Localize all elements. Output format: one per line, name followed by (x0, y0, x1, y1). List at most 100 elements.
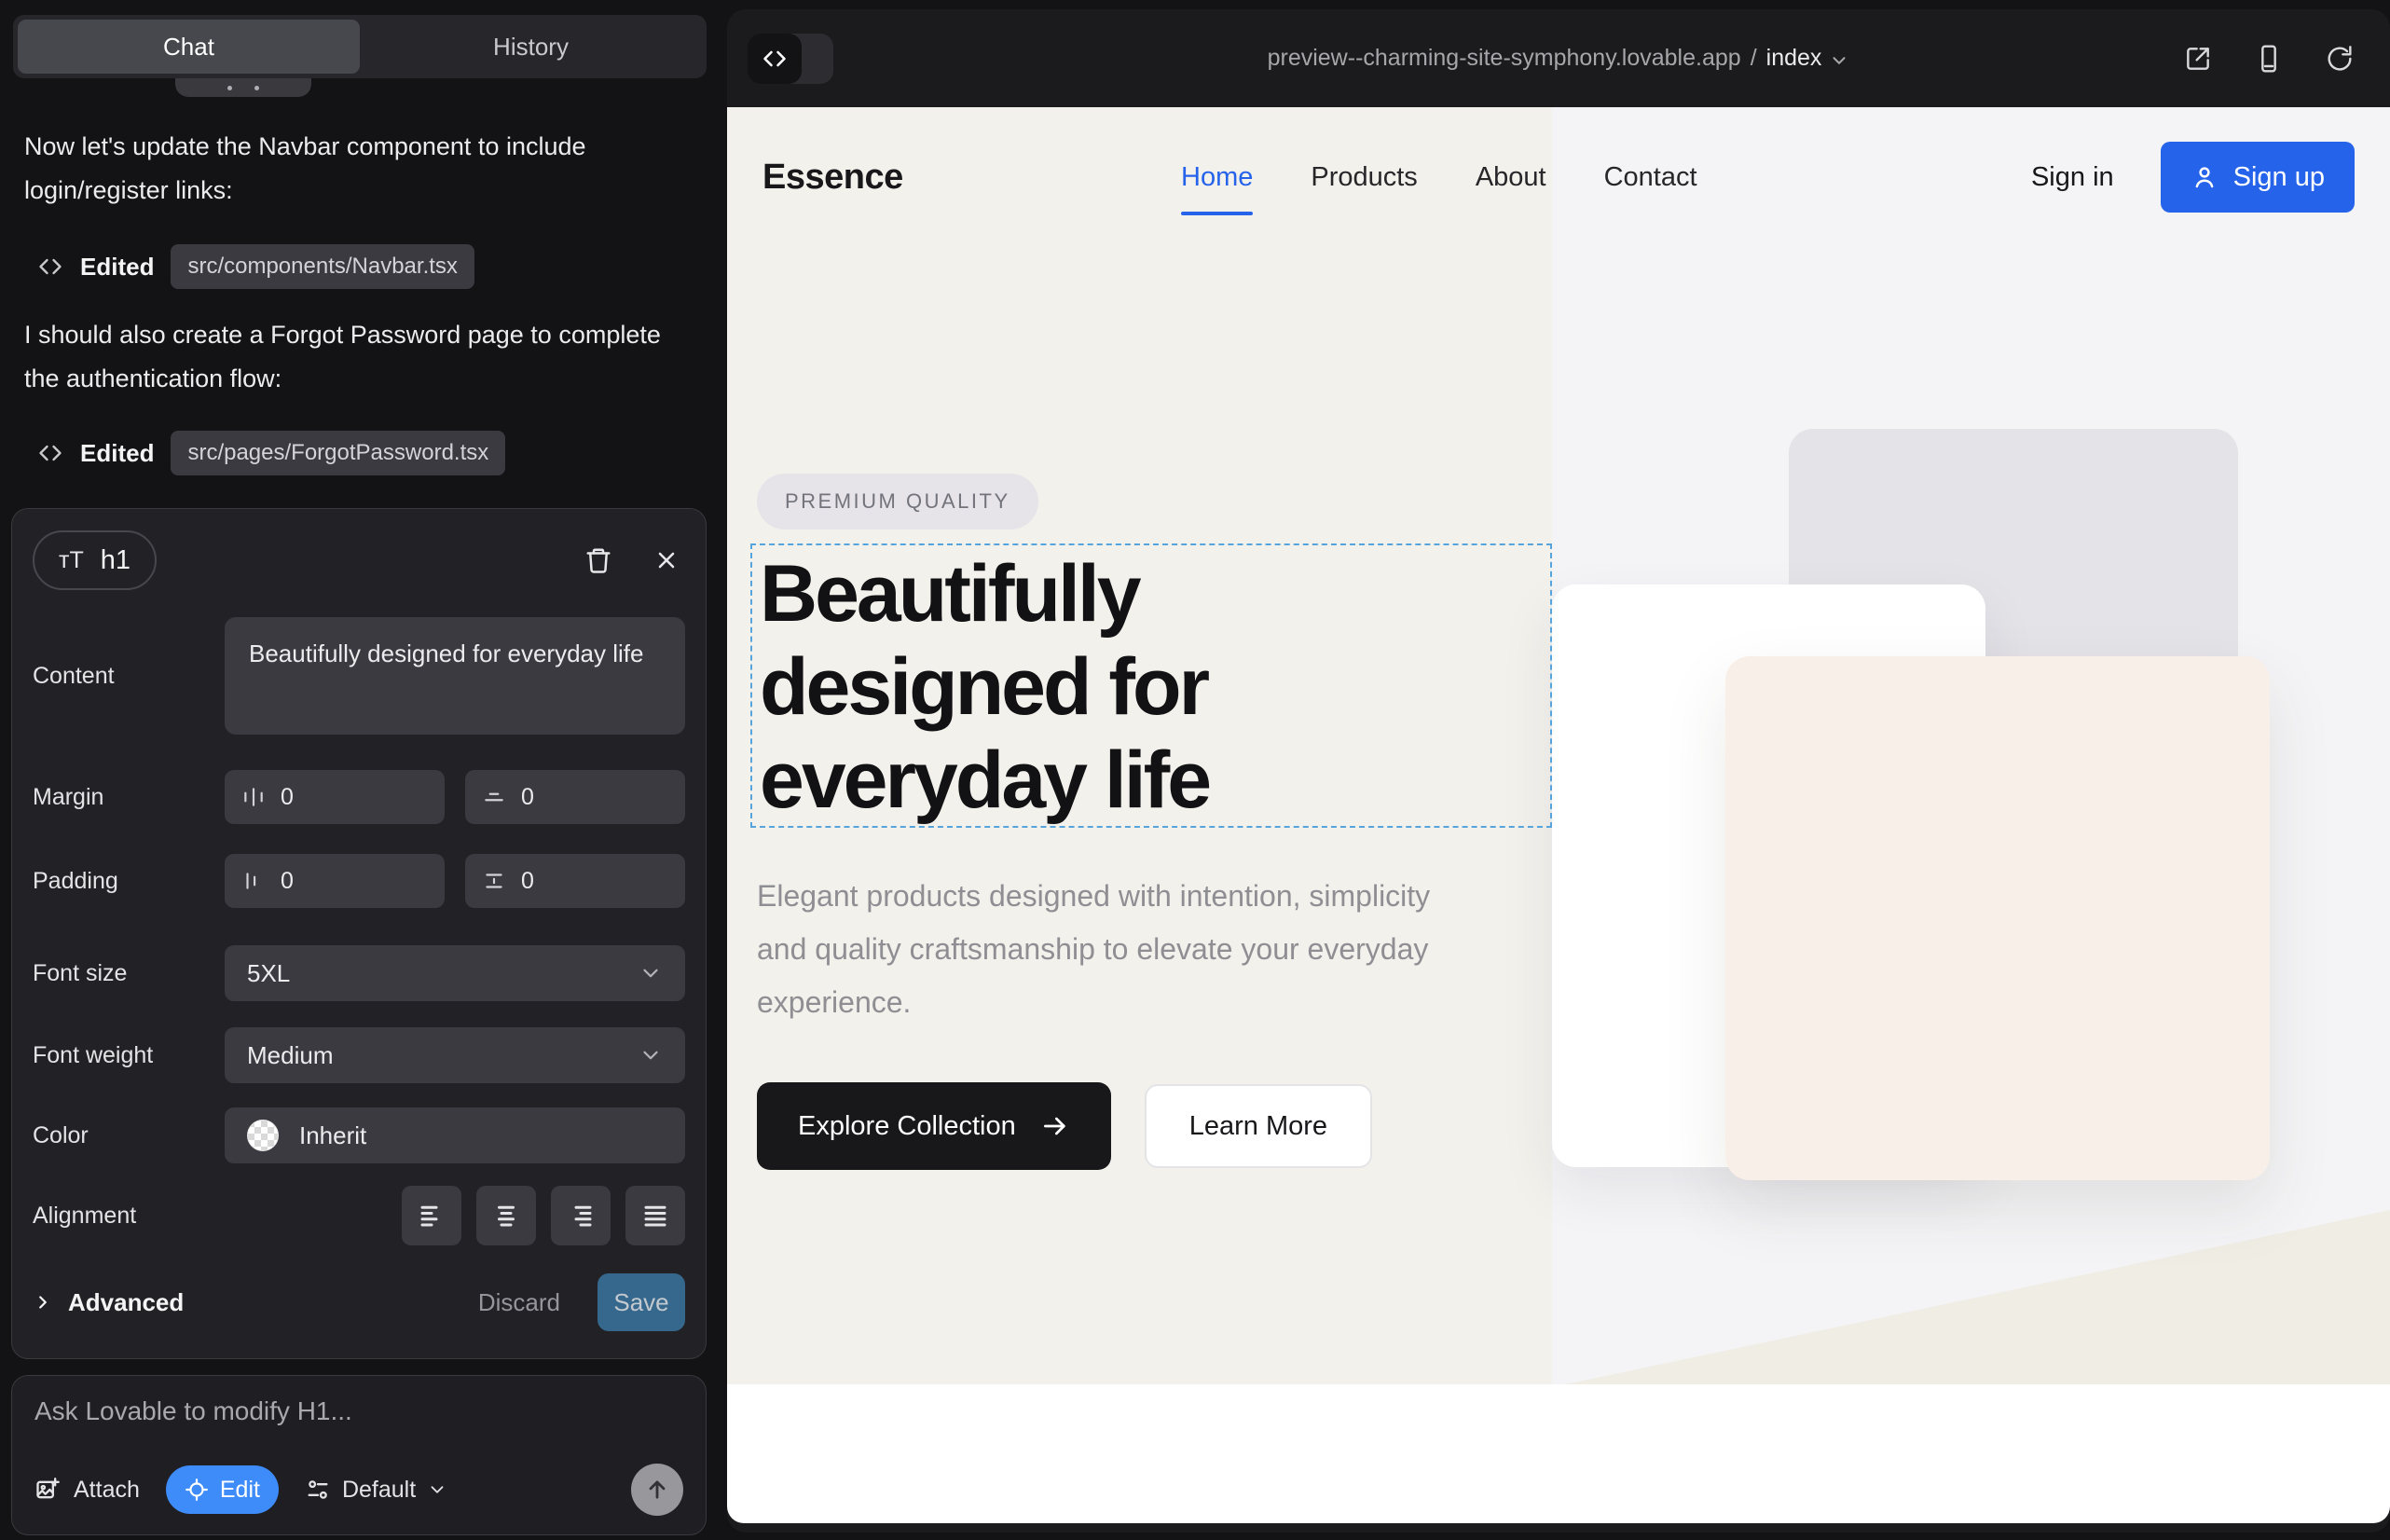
element-editor-panel: тT h1 Content Beautifully designed for e… (11, 508, 707, 1359)
default-mode-button[interactable]: Default (305, 1477, 447, 1504)
padding-horizontal-icon (241, 869, 266, 893)
margin-x-input[interactable]: 0 (225, 770, 445, 824)
mobile-view-icon[interactable] (2254, 44, 2284, 74)
content-label: Content (33, 663, 225, 690)
element-selection-outline: Beautifully designed for everyday life (750, 543, 1552, 828)
selected-element-pill: тT h1 (33, 530, 157, 590)
padding-x-input[interactable]: 0 (225, 854, 445, 908)
code-icon (37, 440, 63, 466)
chat-message: Now let's update the Navbar component to… (24, 125, 682, 213)
learn-more-button[interactable]: Learn More (1145, 1084, 1372, 1168)
image-plus-icon (34, 1477, 61, 1503)
refresh-icon[interactable] (2325, 44, 2355, 74)
open-external-icon[interactable] (2183, 44, 2213, 74)
target-icon (185, 1478, 209, 1502)
editor-header: тT h1 (33, 529, 685, 591)
edited-label: Edited (80, 253, 154, 282)
editor-footer: Advanced Discard Save (33, 1273, 685, 1331)
hero-description: Elegant products designed with intention… (757, 870, 1484, 1029)
site-navbar: Essence Home Products About Contact Sign… (727, 107, 2390, 247)
file-chip[interactable]: src/pages/ForgotPassword.tsx (171, 431, 505, 475)
dot (227, 86, 232, 90)
align-justify-button[interactable] (625, 1186, 685, 1245)
explore-collection-button[interactable]: Explore Collection (757, 1082, 1111, 1170)
file-chip[interactable]: src/components/Navbar.tsx (171, 244, 474, 289)
chat-panel: Chat History Now let's update the Navbar… (0, 0, 727, 1540)
site-preview: Essence Home Products About Contact Sign… (727, 107, 2390, 1523)
hero-heading[interactable]: Beautifully designed for everyday life (760, 547, 1356, 827)
nav-links: Home Products About Contact (1181, 107, 1697, 247)
color-row: Color Inherit (33, 1107, 685, 1163)
chevron-right-icon (33, 1292, 53, 1313)
font-weight-label: Font weight (33, 1042, 225, 1069)
url-separator: / (1751, 45, 1757, 72)
decor-card-cream (1725, 656, 2270, 1180)
nav-link-products[interactable]: Products (1311, 162, 1417, 193)
align-center-button[interactable] (476, 1186, 536, 1245)
sliders-icon (305, 1477, 331, 1503)
chevron-down-icon (427, 1479, 447, 1500)
color-label: Color (33, 1122, 225, 1149)
edited-label: Edited (80, 439, 154, 468)
user-icon (2191, 163, 2218, 191)
nav-link-about[interactable]: About (1476, 162, 1546, 193)
attach-button[interactable]: Attach (34, 1477, 140, 1504)
chevron-down-icon (1829, 50, 1849, 71)
trash-icon[interactable] (584, 546, 612, 574)
font-weight-select[interactable]: Medium (225, 1027, 685, 1083)
alignment-row: Alignment (33, 1186, 685, 1245)
browser-toolbar: preview--charming-site-symphony.lovable.… (727, 9, 2390, 107)
type-icon: тT (59, 547, 84, 574)
chat-composer: Attach Edit Default (11, 1375, 707, 1535)
send-button[interactable] (631, 1464, 683, 1516)
font-size-row: Font size 5XL (33, 945, 685, 1001)
save-button[interactable]: Save (598, 1273, 685, 1331)
color-select[interactable]: Inherit (225, 1107, 685, 1163)
alignment-label: Alignment (33, 1203, 225, 1230)
nav-link-contact[interactable]: Contact (1604, 162, 1697, 193)
margin-vertical-icon (482, 785, 506, 809)
margin-row: Margin 0 0 (33, 770, 685, 824)
edited-file-row: Edited src/pages/ForgotPassword.tsx (37, 429, 505, 477)
hero-cta-group: Explore Collection Learn More (757, 1082, 1372, 1170)
content-row: Content Beautifully designed for everyda… (33, 617, 685, 735)
url-bar[interactable]: preview--charming-site-symphony.lovable.… (727, 9, 2390, 107)
discard-button[interactable]: Discard (478, 1288, 560, 1317)
premium-quality-badge: PREMIUM QUALITY (757, 474, 1038, 529)
chevron-down-icon (639, 1043, 663, 1067)
margin-horizontal-icon (241, 785, 266, 809)
composer-input[interactable] (34, 1396, 683, 1426)
nav-link-home[interactable]: Home (1181, 162, 1253, 193)
font-size-select[interactable]: 5XL (225, 945, 685, 1001)
site-logo: Essence (762, 158, 903, 198)
url-page: index (1766, 45, 1822, 72)
padding-row: Padding 0 0 (33, 854, 685, 908)
advanced-toggle[interactable]: Advanced (33, 1288, 184, 1317)
tab-chat[interactable]: Chat (18, 20, 360, 74)
sign-in-link[interactable]: Sign in (2031, 162, 2114, 193)
sign-up-button[interactable]: Sign up (2161, 142, 2355, 213)
url-domain: preview--charming-site-symphony.lovable.… (1268, 45, 1741, 72)
tab-history[interactable]: History (360, 20, 702, 74)
content-input[interactable]: Beautifully designed for everyday life (225, 617, 685, 735)
align-right-button[interactable] (551, 1186, 611, 1245)
selected-tag: h1 (101, 545, 130, 576)
preview-browser-window: preview--charming-site-symphony.lovable.… (727, 9, 2390, 1533)
chat-history-tabs: Chat History (13, 15, 707, 78)
align-left-button[interactable] (402, 1186, 461, 1245)
chat-message: I should also create a Forgot Password p… (24, 313, 682, 401)
edited-file-row: Edited src/components/Navbar.tsx (37, 242, 474, 291)
padding-y-input[interactable]: 0 (465, 854, 685, 908)
close-icon[interactable] (653, 547, 680, 573)
font-size-label: Font size (33, 960, 225, 987)
padding-label: Padding (33, 868, 225, 895)
dot (254, 86, 259, 90)
hero-section: Essence Home Products About Contact Sign… (727, 107, 2390, 1384)
margin-label: Margin (33, 784, 225, 811)
chevron-down-icon (639, 961, 663, 985)
edit-mode-button[interactable]: Edit (166, 1465, 279, 1514)
code-icon (37, 254, 63, 280)
color-swatch (247, 1120, 279, 1151)
padding-vertical-icon (482, 869, 506, 893)
margin-y-input[interactable]: 0 (465, 770, 685, 824)
